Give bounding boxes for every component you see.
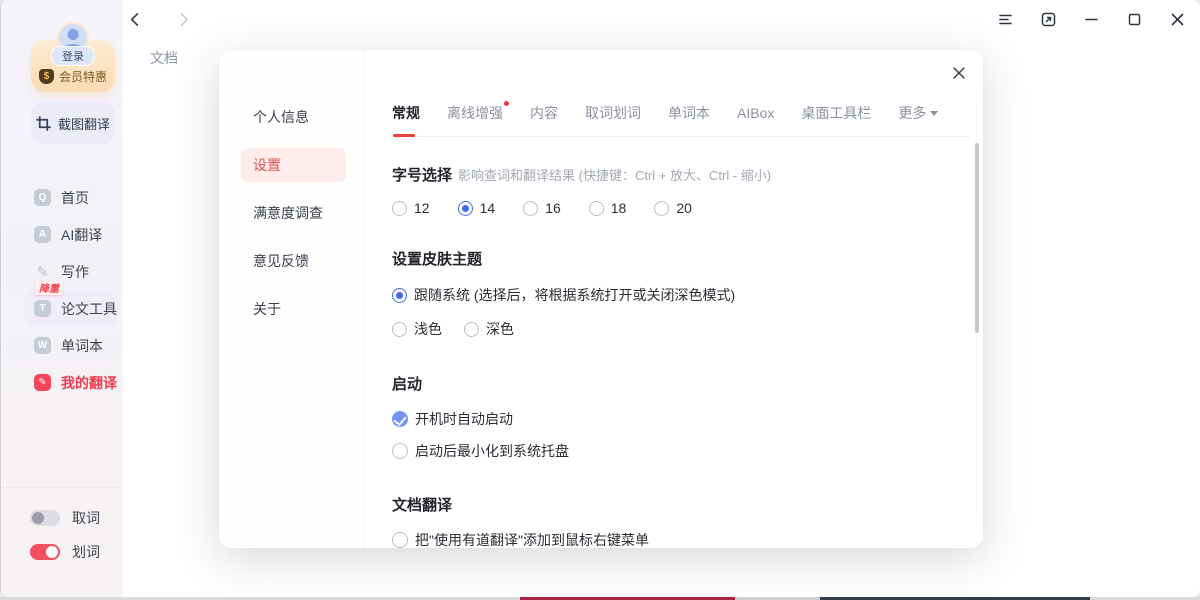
- tab-content[interactable]: 内容: [530, 103, 558, 123]
- word-select-toggle[interactable]: [30, 544, 60, 560]
- font-size-14[interactable]: 14: [458, 200, 496, 216]
- sidebar-item-ai-translate[interactable]: A AI翻译: [1, 216, 123, 253]
- history-nav: [128, 12, 191, 27]
- settings-tabs: 常规 离线增强 内容 取词划词 单词本 AIBox 桌面工具栏 更多: [392, 103, 969, 137]
- word-select-toggle-row[interactable]: 划词: [1, 535, 123, 569]
- app-window: 登录 $ 会员特惠 截图翻译 Q 首页 A AI翻译 ✎ 写作: [0, 0, 1200, 597]
- sidebar-item-my-translations[interactable]: ✎ 我的翻译: [1, 364, 123, 401]
- tab-more[interactable]: 更多: [898, 103, 938, 123]
- word-capture-toggle[interactable]: [30, 510, 60, 526]
- user-login-card[interactable]: 登录 $ 会员特惠: [31, 40, 115, 92]
- tab-general[interactable]: 常规: [392, 103, 420, 123]
- crop-icon: [36, 116, 51, 131]
- doc-translate-title: 文档翻译: [392, 494, 943, 515]
- font-size-18[interactable]: 18: [589, 200, 627, 216]
- checkbox-checked-icon[interactable]: [392, 411, 408, 427]
- settings-nav: 个人信息 设置 满意度调查 意见反馈 关于: [219, 50, 364, 548]
- vip-coin-icon: $: [39, 69, 54, 84]
- checkbox-unchecked-icon[interactable]: [392, 443, 408, 459]
- paper-tools-icon: T: [34, 300, 51, 317]
- theme-light[interactable]: 浅色: [392, 319, 442, 339]
- settings-sections: 字号选择影响查词和翻译结果 (快捷键：Ctrl + 放大、Ctrl - 缩小) …: [392, 164, 983, 548]
- checkbox-unchecked-icon[interactable]: [392, 532, 408, 548]
- dialog-scrollbar[interactable]: [975, 143, 979, 333]
- home-search-icon: Q: [34, 189, 51, 206]
- close-icon[interactable]: [1169, 11, 1186, 28]
- my-translations-icon: ✎: [34, 374, 51, 391]
- theme-light-dark: 浅色 深色: [392, 319, 943, 339]
- font-size-title: 字号选择影响查词和翻译结果 (快捷键：Ctrl + 放大、Ctrl - 缩小): [392, 164, 943, 185]
- startup-auto-start[interactable]: 开机时自动启动: [392, 409, 943, 429]
- theme-dark[interactable]: 深色: [464, 319, 514, 339]
- menu-icon[interactable]: [997, 11, 1014, 28]
- theme-title: 设置皮肤主题: [392, 248, 943, 269]
- forward-icon[interactable]: [176, 12, 191, 27]
- theme-follow-system[interactable]: 跟随系统 (选择后，将根据系统打开或关闭深色模式): [392, 285, 943, 305]
- font-size-20[interactable]: 20: [654, 200, 692, 216]
- maximize-icon[interactable]: [1126, 11, 1143, 28]
- font-size-options: 12 14 16 18 20: [392, 200, 943, 216]
- notification-dot: [504, 101, 509, 106]
- sidebar-item-home[interactable]: Q 首页: [1, 179, 123, 216]
- tab-desktop-toolbar[interactable]: 桌面工具栏: [801, 103, 871, 123]
- settings-dialog: 个人信息 设置 满意度调查 意见反馈 关于 常规 离线增强 内容 取词划词 单词…: [219, 50, 983, 548]
- wordbook-icon: W: [34, 337, 51, 354]
- back-icon[interactable]: [128, 12, 143, 27]
- tab-offline[interactable]: 离线增强: [447, 103, 503, 123]
- sidebar-item-paper-tools[interactable]: 降重 T 论文工具: [1, 290, 123, 327]
- tab-aibox[interactable]: AIBox: [737, 105, 774, 121]
- sidebar: 登录 $ 会员特惠 截图翻译 Q 首页 A AI翻译 ✎ 写作: [1, 0, 123, 597]
- pen-icon: ✎: [34, 263, 51, 281]
- avatar-person-icon: [68, 29, 79, 40]
- settings-nav-survey[interactable]: 满意度调查: [219, 189, 364, 237]
- font-size-16[interactable]: 16: [523, 200, 561, 216]
- settings-nav-about[interactable]: 关于: [219, 285, 364, 333]
- settings-nav-settings[interactable]: 设置: [219, 141, 364, 189]
- tab-wordbook[interactable]: 单词本: [668, 103, 710, 123]
- login-badge[interactable]: 登录: [51, 46, 95, 66]
- word-capture-toggle-row[interactable]: 取词: [1, 501, 123, 535]
- settings-nav-feedback[interactable]: 意见反馈: [219, 237, 364, 285]
- sidebar-toggles: 取词 划词: [1, 487, 123, 569]
- minimize-icon[interactable]: [1083, 11, 1100, 28]
- startup-minimize-tray[interactable]: 启动后最小化到系统托盘: [392, 441, 943, 461]
- window-controls: [997, 11, 1186, 28]
- paper-tools-badge: 降重: [35, 280, 63, 295]
- vip-offer-button[interactable]: $ 会员特惠: [39, 68, 111, 85]
- chevron-down-icon: [930, 111, 938, 116]
- startup-title: 启动: [392, 373, 943, 394]
- sidebar-nav: Q 首页 A AI翻译 ✎ 写作 降重 T 论文工具 W 单词本 ✎: [1, 179, 123, 401]
- font-size-12[interactable]: 12: [392, 200, 430, 216]
- doc-translate-context-menu[interactable]: 把"使用有道翻译"添加到鼠标右键菜单: [392, 530, 943, 548]
- tab-word-capture[interactable]: 取词划词: [585, 103, 641, 123]
- sidebar-item-wordbook[interactable]: W 单词本: [1, 327, 123, 364]
- ai-translate-icon: A: [34, 226, 51, 243]
- screenshot-translate-button[interactable]: 截图翻译: [31, 102, 115, 144]
- mini-window-icon[interactable]: [1040, 11, 1057, 28]
- tab-document[interactable]: 文档: [150, 48, 178, 68]
- settings-nav-profile[interactable]: 个人信息: [219, 93, 364, 141]
- settings-content: 常规 离线增强 内容 取词划词 单词本 AIBox 桌面工具栏 更多 字号选择影…: [364, 50, 983, 548]
